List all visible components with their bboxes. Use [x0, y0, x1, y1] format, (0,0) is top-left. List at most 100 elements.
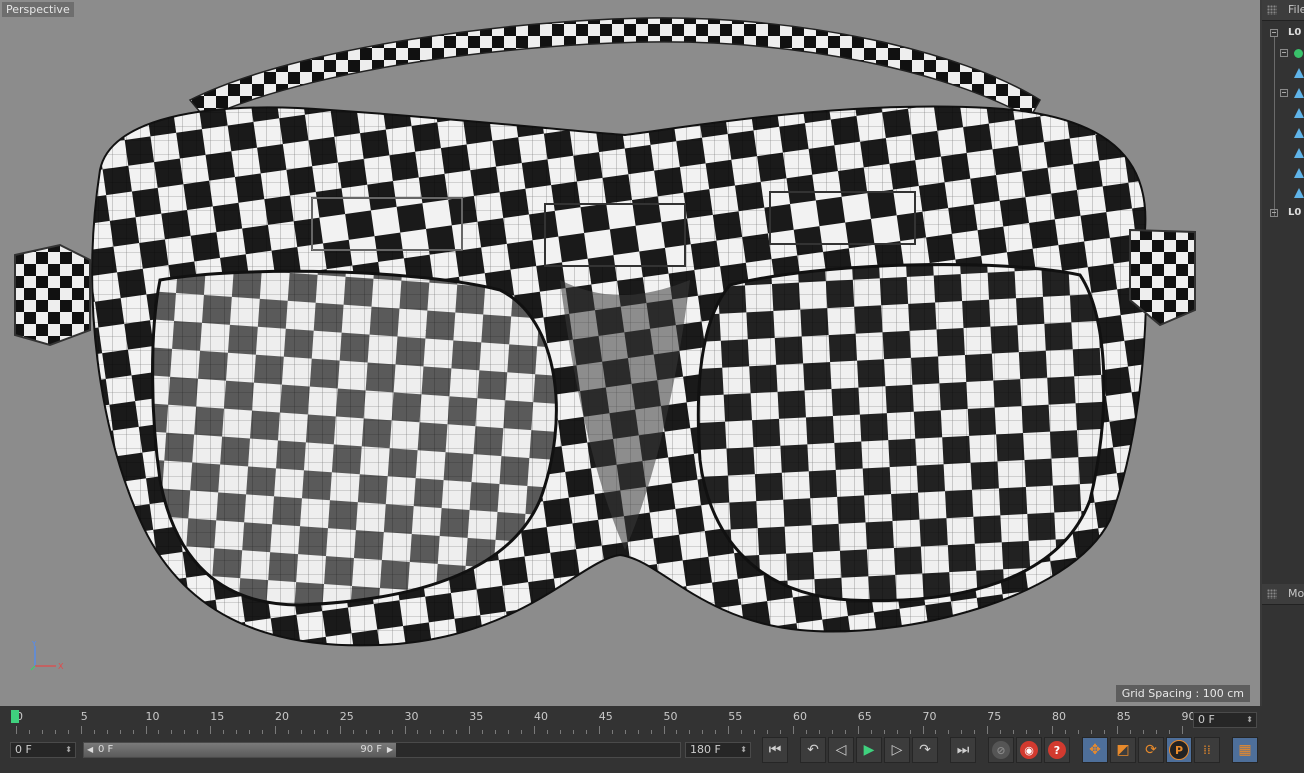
axis-y-label: Y	[31, 640, 37, 648]
timeline-tick	[1103, 730, 1105, 734]
keyframe-help-icon: ?	[1048, 741, 1066, 759]
key-pla-toggle[interactable]: ⁞⁞	[1194, 737, 1220, 763]
preview-range-slider[interactable]: ◀ 0 F 90 F ▶	[83, 742, 681, 758]
timeline-tick	[391, 730, 393, 734]
previous-key-icon: ↶	[807, 742, 819, 758]
polygon-object-icon	[1294, 108, 1304, 118]
timeline-tick	[702, 730, 704, 734]
timeline-tick	[896, 730, 898, 734]
range-end-value: 90 F	[360, 744, 382, 755]
collapse-icon[interactable]	[1270, 29, 1278, 37]
preview-range-bar[interactable]: ◀ 0 F 90 F ▶	[84, 743, 396, 757]
key-position-toggle[interactable]: ✥	[1082, 737, 1108, 763]
end-frame-value: 180 F	[690, 743, 721, 756]
timeline-tick-label: 45	[598, 710, 613, 723]
start-frame-value: 0 F	[15, 743, 32, 756]
tree-item-polygon[interactable]	[1268, 185, 1304, 203]
timeline-tick	[184, 730, 186, 734]
timeline-tick	[236, 730, 238, 734]
panel-grip-icon[interactable]	[1267, 5, 1277, 15]
timeline-window-button[interactable]: ▦	[1232, 737, 1258, 763]
range-left-handle-icon[interactable]: ◀	[87, 743, 93, 757]
tree-item-polygon[interactable]	[1268, 85, 1304, 103]
key-scale-toggle[interactable]: ◩	[1110, 737, 1136, 763]
timeline-tick	[598, 726, 600, 734]
range-right-handle-icon[interactable]: ▶	[387, 743, 393, 757]
autokey-button[interactable]: ◉	[1016, 737, 1042, 763]
timeline-tick	[793, 726, 794, 734]
tree-item-polygon[interactable]	[1268, 105, 1304, 123]
goggles-model[interactable]	[0, 0, 1260, 706]
grid-spacing-readout: Grid Spacing : 100 cm	[1115, 685, 1250, 702]
previous-frame-button[interactable]: ◁	[828, 737, 854, 763]
timeline-tick	[28, 730, 30, 734]
rotate-key-icon: ⟳	[1145, 742, 1157, 758]
timeline-tick	[417, 730, 419, 734]
pla-key-icon: ⁞⁞	[1203, 743, 1211, 757]
timeline-tick	[80, 726, 82, 734]
film-strip-icon: ▦	[1238, 742, 1252, 758]
timeline[interactable]: 0 5 10 15 20 25 30 35 40 45 50 55 60 65 70 75 80 85 90	[0, 706, 1262, 740]
record-keys-button[interactable]: ⊘	[988, 737, 1014, 763]
timeline-tick	[508, 730, 510, 734]
polygon-object-icon	[1294, 168, 1304, 178]
timeline-tick	[974, 730, 976, 734]
timeline-tick	[521, 730, 523, 734]
timeline-tick	[300, 730, 302, 734]
keyframe-selection-button[interactable]: ?	[1044, 737, 1070, 763]
menu-file[interactable]: File	[1288, 3, 1304, 16]
key-parameter-toggle[interactable]: P	[1166, 737, 1192, 763]
object-manager-panel[interactable]: File L0 L0 Mode	[1262, 0, 1304, 773]
menu-mode[interactable]: Mode	[1288, 587, 1304, 600]
go-to-start-button[interactable]: ⏮	[762, 737, 788, 763]
current-frame-field[interactable]: 0 F ⬍	[1193, 712, 1257, 728]
end-frame-field[interactable]: 180 F ⬍	[685, 742, 751, 758]
spinner-icon[interactable]: ⬍	[65, 743, 72, 757]
timeline-tick	[1116, 726, 1118, 734]
3d-viewport[interactable]: Perspective Y X Grid Spacing : 100 cm	[0, 0, 1262, 706]
tree-item-null[interactable]: L0	[1268, 25, 1304, 43]
tree-item-null[interactable]: L0	[1268, 205, 1304, 223]
tree-item-generator[interactable]	[1268, 45, 1304, 63]
timeline-tick-label: 20	[275, 710, 289, 723]
null-object-icon: L0	[1288, 27, 1302, 38]
animation-toolbar: 0 F ⬍ ◀ 0 F 90 F ▶ 180 F ⬍ ⏮ ↶ ◁ ▶ ▷ ↷ ⏭…	[0, 737, 1304, 773]
next-key-button[interactable]: ↷	[912, 737, 938, 763]
timeline-tick-label: 75	[987, 710, 1002, 723]
next-frame-icon: ▷	[891, 742, 903, 758]
expand-icon[interactable]	[1280, 89, 1288, 97]
play-button[interactable]: ▶	[856, 737, 882, 763]
attribute-manager-header[interactable]: Mode	[1262, 584, 1304, 605]
timeline-tick	[132, 730, 134, 734]
go-to-end-button[interactable]: ⏭	[950, 737, 976, 763]
move-key-icon: ✥	[1089, 742, 1101, 758]
timeline-tick	[624, 730, 626, 734]
panel-grip-icon[interactable]	[1267, 589, 1277, 599]
collapse-icon[interactable]	[1270, 209, 1278, 217]
timeline-tick	[546, 730, 548, 734]
tree-item-polygon[interactable]	[1268, 145, 1304, 163]
spinner-icon[interactable]: ⬍	[740, 743, 747, 757]
timeline-ruler[interactable]: 0 5 10 15 20 25 30 35 40 45 50 55 60 65 70 75 80 85 90	[8, 710, 1196, 736]
tree-item-polygon[interactable]	[1268, 125, 1304, 143]
spinner-icon[interactable]: ⬍	[1246, 713, 1253, 727]
key-rotation-toggle[interactable]: ⟳	[1138, 737, 1164, 763]
timeline-tick	[378, 730, 380, 734]
previous-key-button[interactable]: ↶	[800, 737, 826, 763]
timeline-tick	[1090, 730, 1092, 734]
start-frame-field[interactable]: 0 F ⬍	[10, 742, 76, 758]
expand-icon[interactable]	[1280, 49, 1288, 57]
timeline-tick-label: 60	[793, 710, 807, 723]
timeline-tick	[1064, 730, 1066, 734]
object-manager-header[interactable]: File	[1262, 0, 1304, 21]
next-frame-button[interactable]: ▷	[884, 737, 910, 763]
timeline-tick	[935, 730, 937, 734]
timeline-tick	[404, 726, 406, 734]
timeline-tick	[1168, 730, 1170, 734]
tree-item-polygon[interactable]	[1268, 165, 1304, 183]
polygon-object-icon	[1294, 128, 1304, 138]
view-label[interactable]: Perspective	[2, 2, 74, 17]
playhead[interactable]	[11, 710, 19, 723]
tree-item-polygon[interactable]	[1268, 65, 1304, 83]
timeline-tick-label: 80	[1052, 710, 1066, 723]
